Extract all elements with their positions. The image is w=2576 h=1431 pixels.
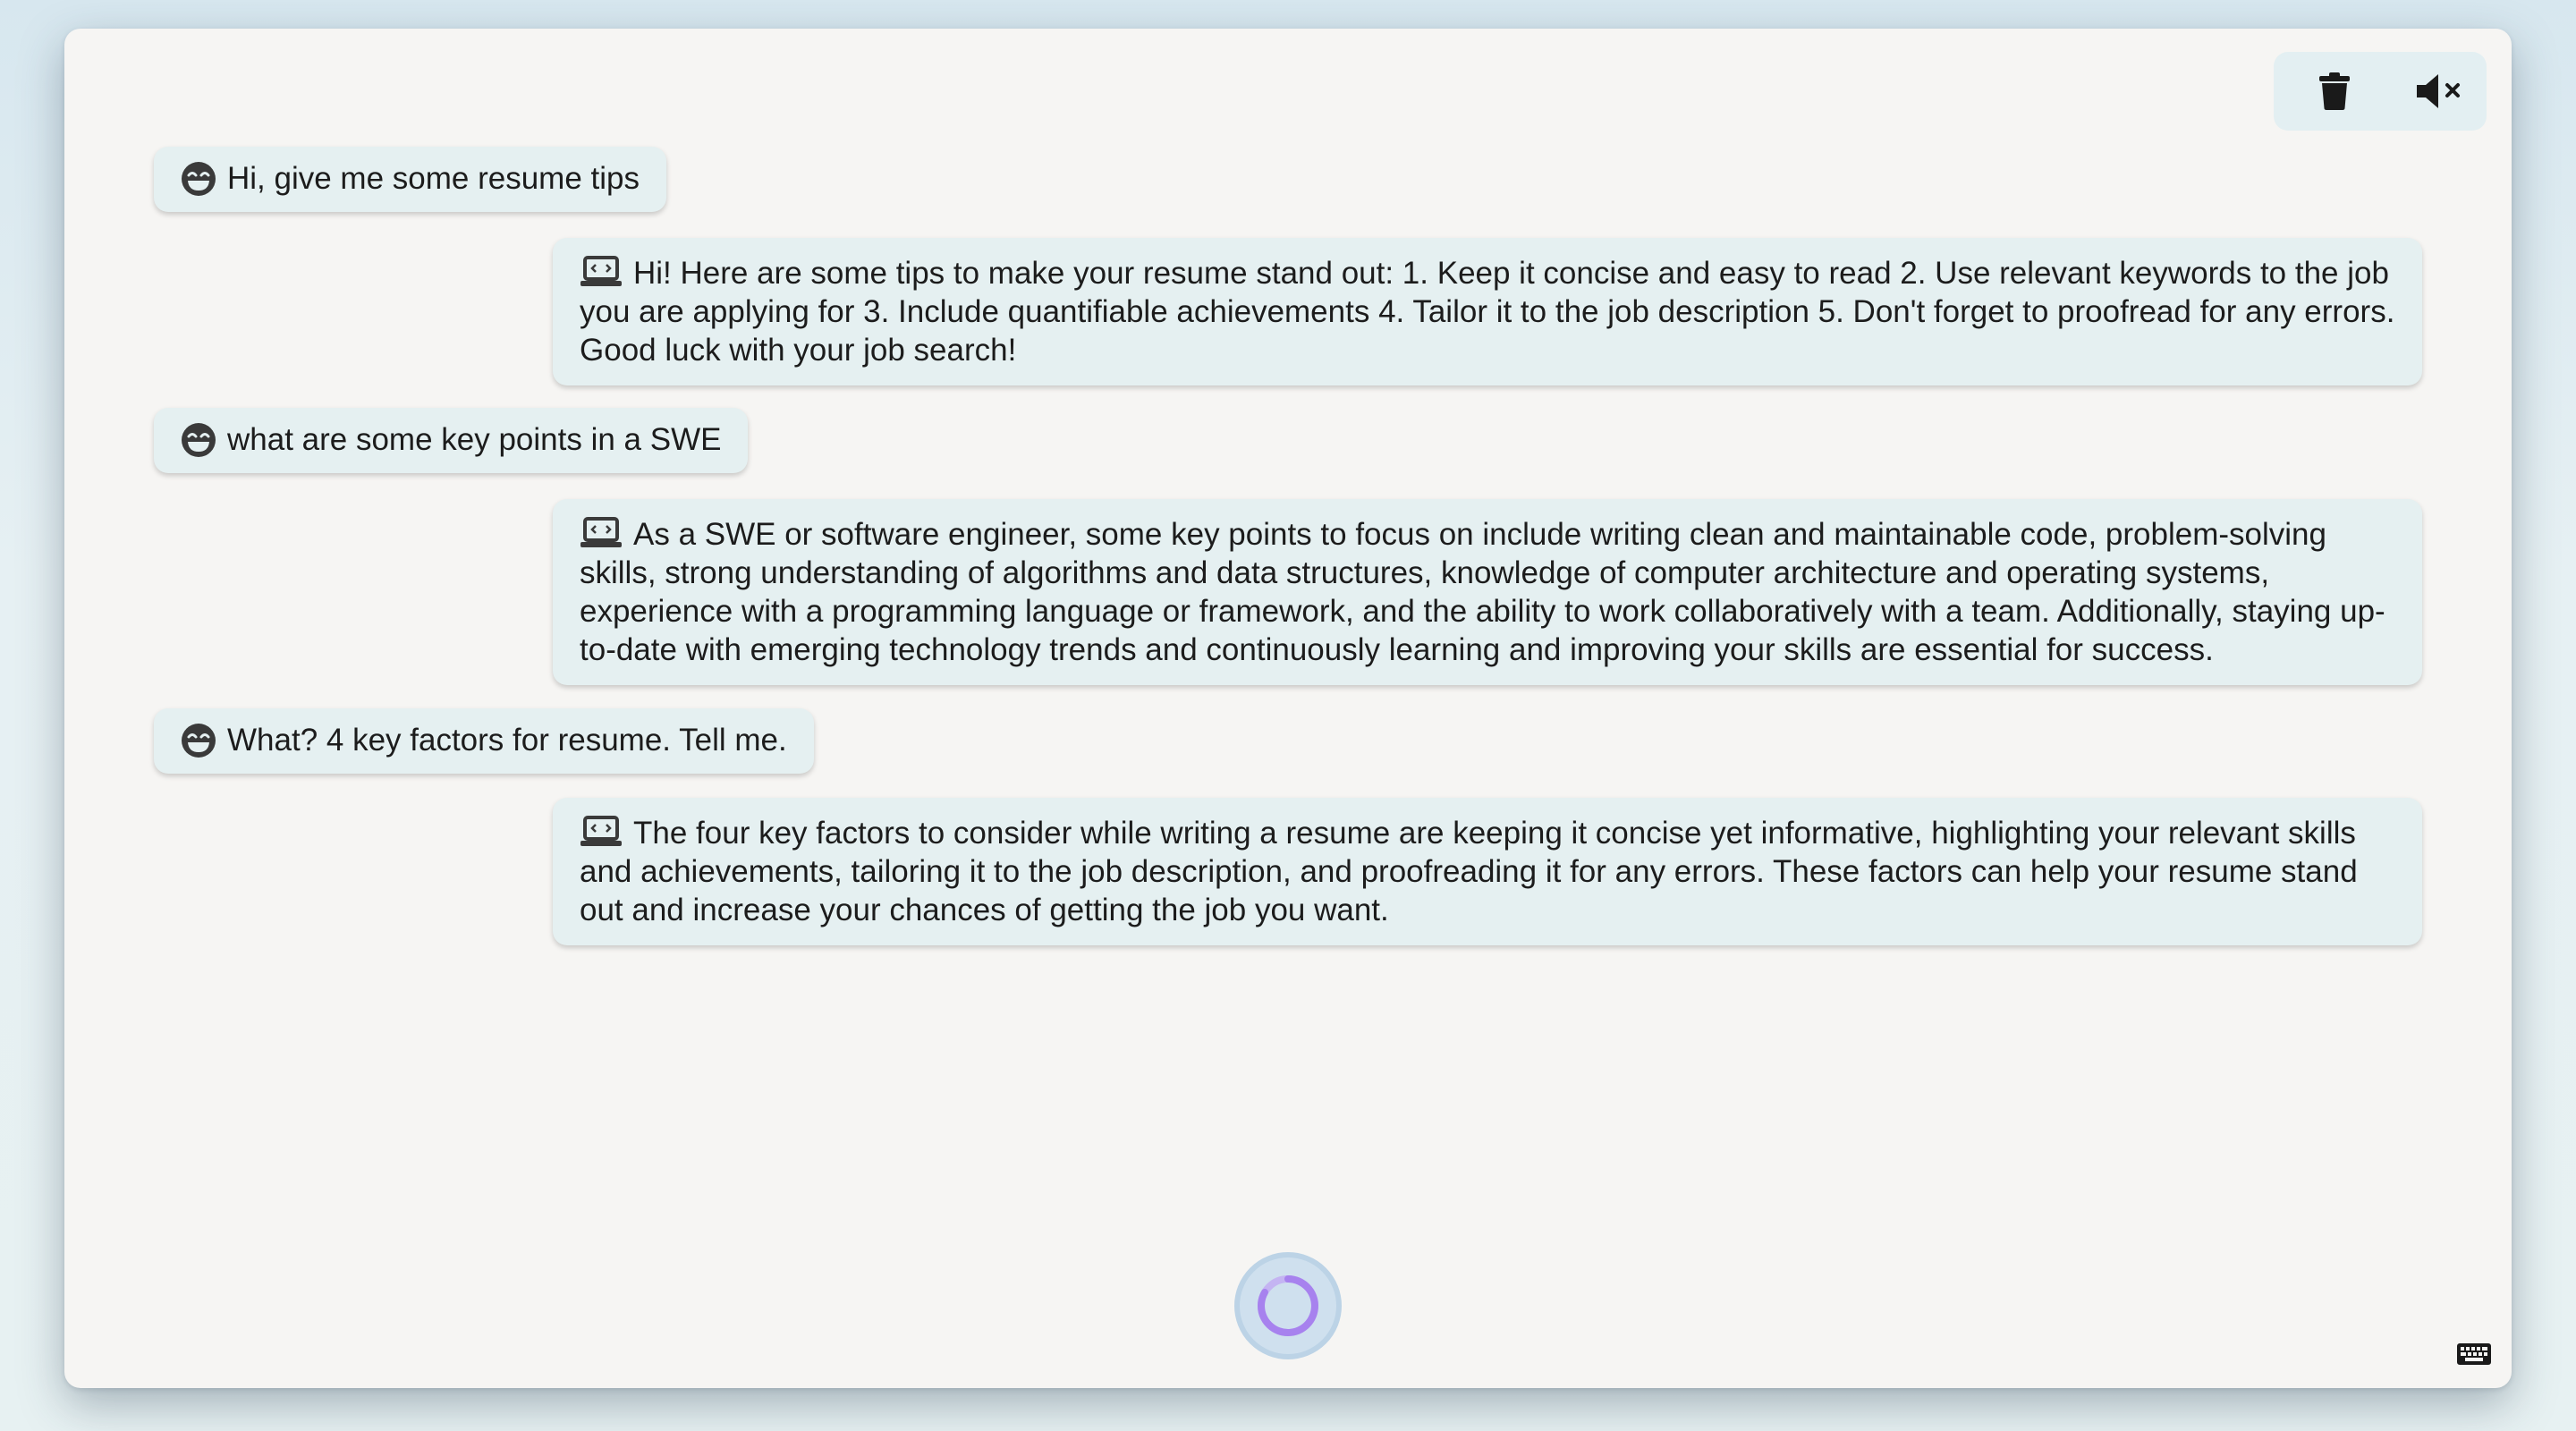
message-text: Hi! Here are some tips to make your resu…	[580, 256, 2395, 368]
laptop-code-icon	[580, 255, 622, 286]
laptop-code-icon	[580, 815, 622, 846]
grinning-face-icon	[182, 161, 216, 196]
voice-record-button[interactable]	[1234, 1252, 1342, 1359]
chat-window: Hi, give me some resume tips Hi! Here ar…	[64, 29, 2512, 1388]
trash-icon	[2319, 72, 2350, 110]
message-text: Hi, give me some resume tips	[227, 161, 640, 196]
assistant-message: As a SWE or software engineer, some key …	[553, 499, 2422, 685]
user-message: what are some key points in a SWE	[154, 408, 749, 473]
user-message: What? 4 key factors for resume. Tell me.	[154, 708, 814, 774]
message-text: As a SWE or software engineer, some key …	[580, 517, 2385, 667]
laptop-code-icon	[580, 516, 622, 547]
mute-button[interactable]	[2415, 66, 2465, 116]
toolbar	[2274, 52, 2487, 131]
grinning-face-icon	[182, 422, 216, 457]
assistant-message: Hi! Here are some tips to make your resu…	[553, 238, 2422, 385]
keyboard-icon	[2457, 1343, 2491, 1365]
clear-chat-button[interactable]	[2309, 66, 2360, 116]
user-message: Hi, give me some resume tips	[154, 147, 666, 212]
assistant-message: The four key factors to consider while w…	[553, 798, 2422, 945]
loading-spinner-icon	[1258, 1275, 1318, 1336]
speaker-muted-icon	[2417, 74, 2460, 108]
grinning-face-icon	[182, 723, 216, 758]
message-text: what are some key points in a SWE	[227, 422, 722, 457]
message-text: What? 4 key factors for resume. Tell me.	[227, 723, 787, 758]
message-text: The four key factors to consider while w…	[580, 816, 2358, 927]
keyboard-toggle-button[interactable]	[2456, 1340, 2492, 1368]
